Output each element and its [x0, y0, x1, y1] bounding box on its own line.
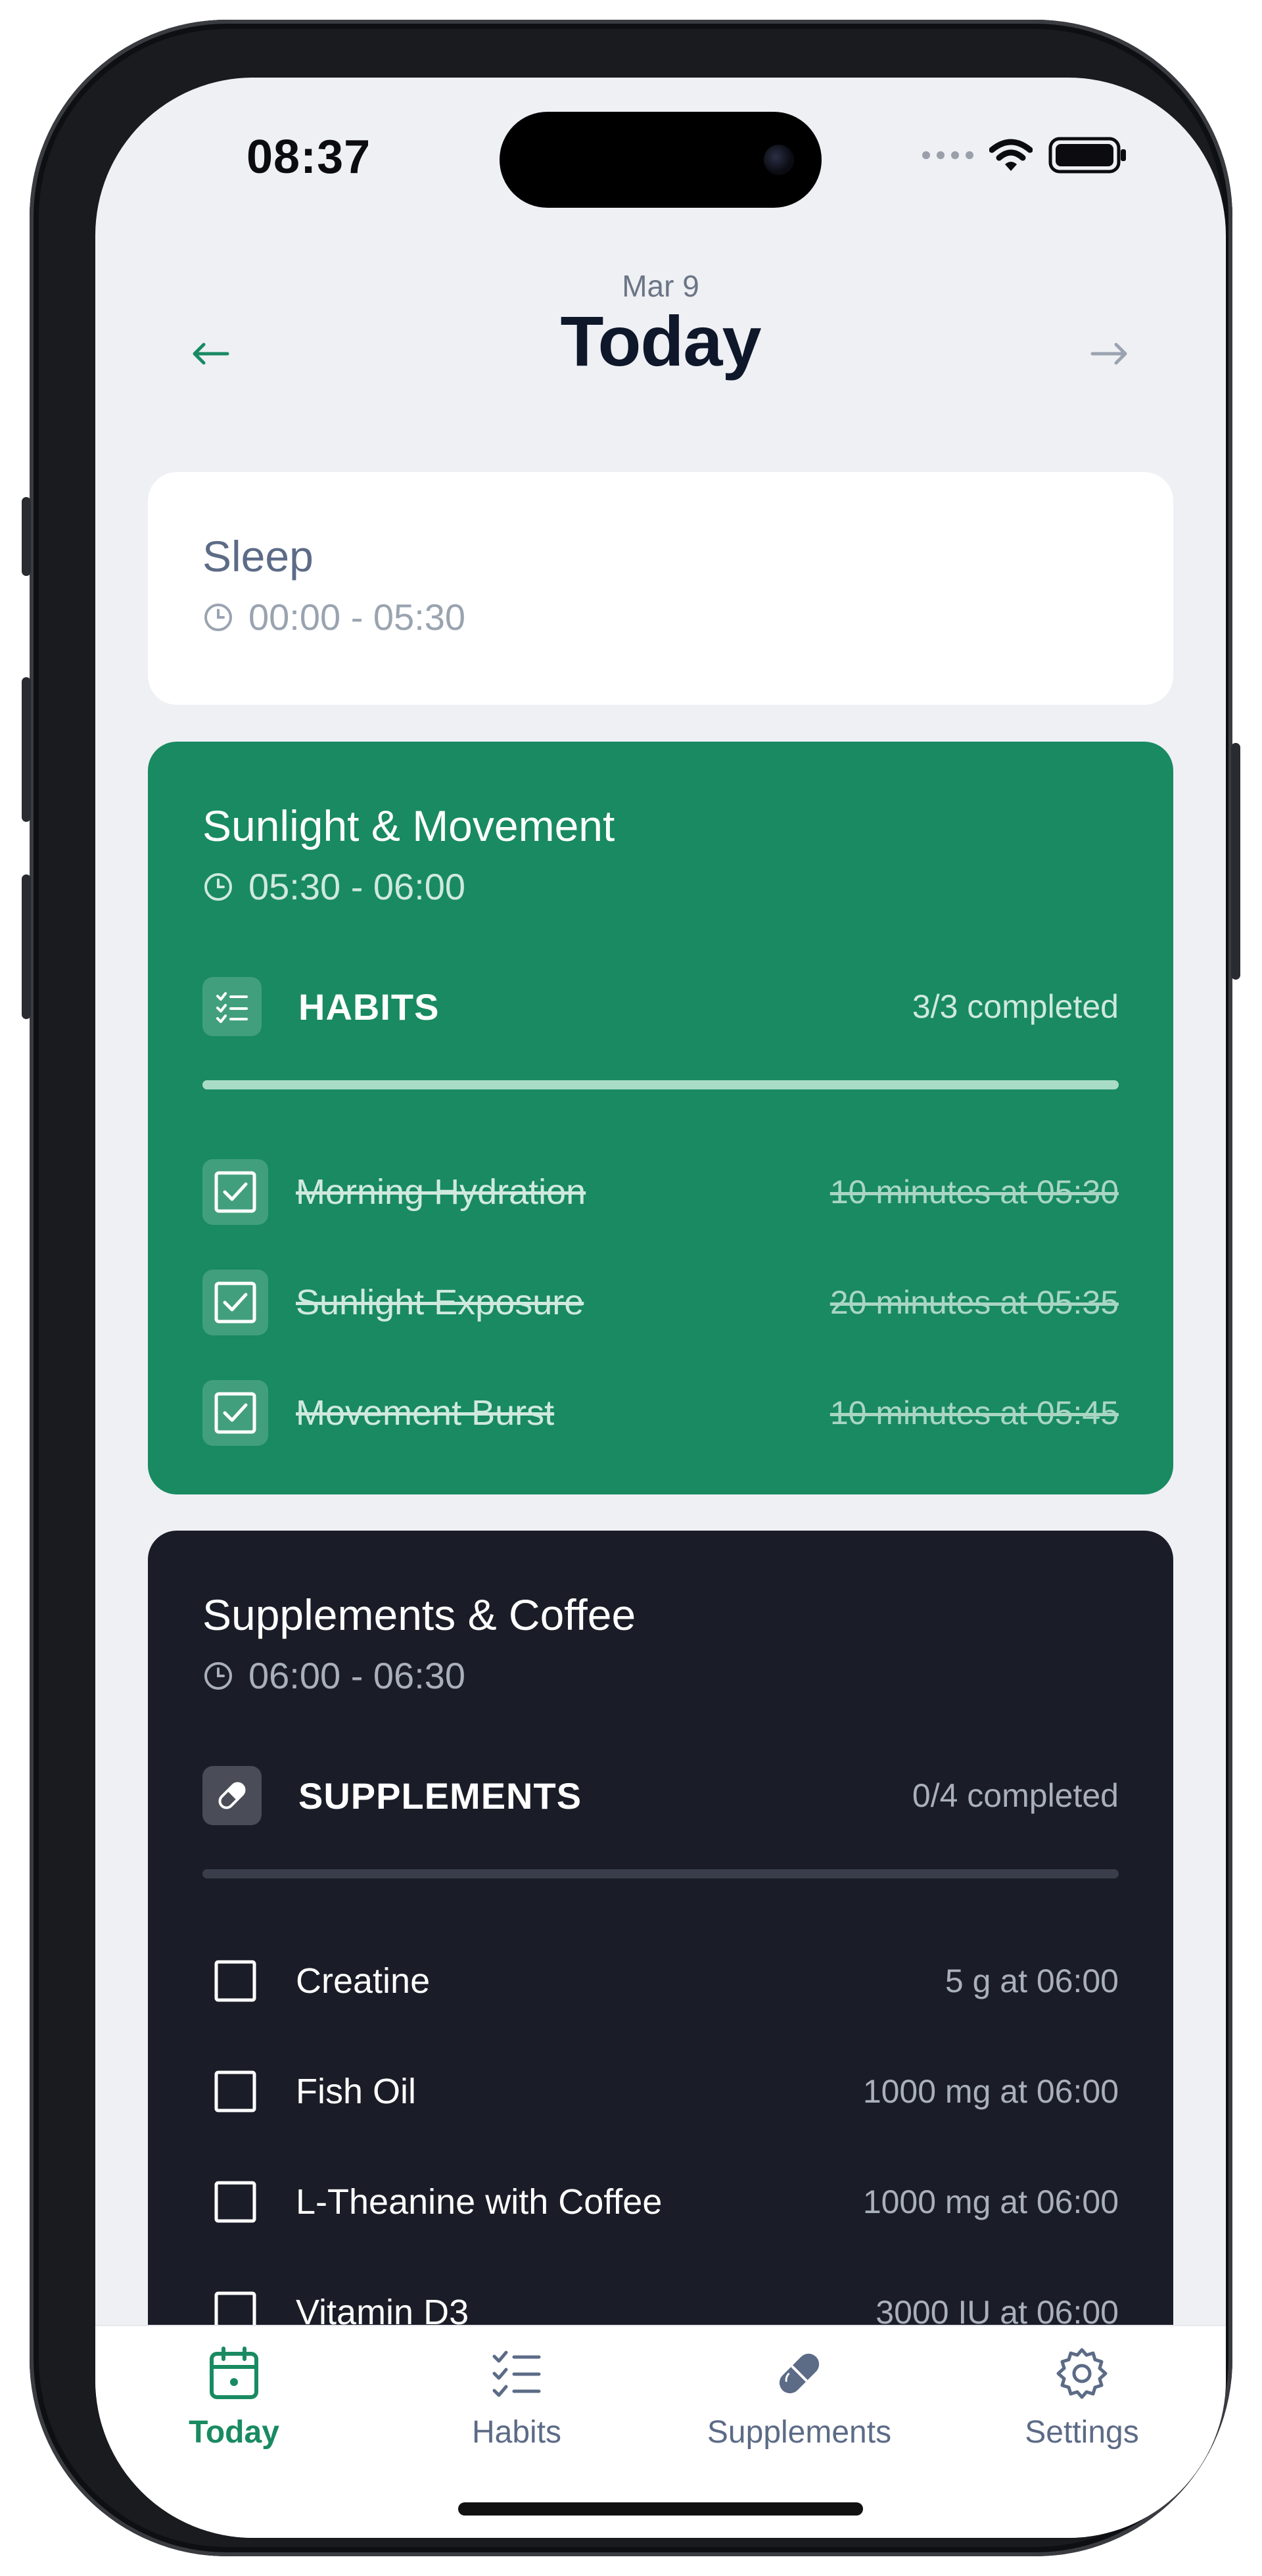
time-range: 05:30 - 06:00 [248, 866, 466, 907]
progress-fill [202, 1080, 1119, 1089]
tab-today[interactable]: Today [126, 2346, 342, 2450]
item-name: Morning Hydration [296, 1172, 586, 1212]
checkbox-checked[interactable] [202, 1159, 268, 1225]
clock-icon [204, 872, 232, 901]
card-title: Sunlight & Movement [202, 801, 615, 850]
action-button [22, 497, 31, 576]
item-name: L-Theanine with Coffee [296, 2182, 663, 2222]
habits-section-header: HABITS 3/3 completed [202, 977, 1119, 1036]
signal-icon [922, 151, 973, 159]
pill-icon [779, 2353, 820, 2394]
gear-icon [1056, 2348, 1108, 2399]
item-meta: 5 g at 06:00 [945, 1963, 1119, 1999]
supplements-progress-bar [202, 1869, 1119, 1878]
item-meta: 10 minutes at 05:30 [830, 1174, 1119, 1210]
date-label: Mar 9 [622, 269, 699, 303]
item-meta: 20 minutes at 05:35 [830, 1284, 1119, 1321]
wifi-icon [989, 139, 1033, 171]
item-name: Creatine [296, 1961, 431, 2001]
item-name: Fish Oil [296, 2072, 417, 2111]
sleep-card[interactable]: Sleep 00:00 - 05:30 [148, 472, 1173, 705]
screen: 08:37 Mar 9 Today Sleep 00:00 - 05:30 Su… [95, 78, 1226, 2538]
section-label: SUPPLEMENTS [298, 1775, 582, 1817]
checkbox-unchecked[interactable] [202, 2169, 268, 2235]
card-title: Sleep [202, 532, 314, 581]
dynamic-island [500, 112, 822, 208]
battery-icon [1048, 137, 1126, 174]
time-row: 06:00 - 06:30 [202, 1654, 465, 1697]
list-item[interactable]: Movement Burst 10 minutes at 05:45 [202, 1380, 1119, 1446]
page-title: Today [560, 301, 761, 381]
section-label: HABITS [298, 986, 440, 1028]
pill-icon [202, 1766, 262, 1825]
tab-supplements[interactable]: Supplements [691, 2346, 908, 2450]
time-row: 05:30 - 06:00 [202, 865, 465, 908]
status-icons [922, 137, 1127, 174]
tab-label: Supplements [707, 2415, 892, 2450]
item-name: Sunlight Exposure [296, 1283, 584, 1322]
time-range: 06:00 - 06:30 [248, 1655, 466, 1696]
next-day-button[interactable] [1083, 327, 1136, 380]
checkmark-icon [214, 1281, 256, 1324]
home-indicator[interactable] [458, 2502, 863, 2516]
checkmark-icon [214, 1392, 256, 1434]
tab-habits[interactable]: Habits [408, 2346, 625, 2450]
item-name: Movement Burst [296, 1393, 555, 1433]
completion-count: 3/3 completed [912, 988, 1119, 1025]
time-range: 00:00 - 05:30 [248, 596, 466, 638]
checkbox-icon [214, 2070, 256, 2112]
power-button [1231, 743, 1240, 980]
checkbox-unchecked[interactable] [202, 2059, 268, 2124]
checkmark-icon [214, 1171, 256, 1213]
item-meta: 1000 mg at 06:00 [862, 2183, 1119, 2220]
volume-up-button [22, 677, 31, 822]
tab-label: Habits [471, 2415, 562, 2450]
checklist-icon [492, 2350, 541, 2397]
clock-icon [204, 603, 232, 631]
checkbox-unchecked[interactable] [202, 1948, 268, 2014]
checkbox-checked[interactable] [202, 1380, 268, 1446]
tab-label: Settings [1025, 2415, 1139, 2450]
tab-label: Today [189, 2415, 279, 2450]
supplements-coffee-card[interactable]: Supplements & Coffee 06:00 - 06:30 SUPPL… [148, 1531, 1173, 2385]
time-row: 00:00 - 05:30 [202, 596, 465, 638]
completion-count: 0/4 completed [912, 1777, 1119, 1814]
item-meta: 10 minutes at 05:45 [830, 1395, 1119, 1431]
list-item[interactable]: Sunlight Exposure 20 minutes at 05:35 [202, 1270, 1119, 1335]
habits-progress-bar [202, 1080, 1119, 1089]
checkbox-icon [214, 1960, 256, 2002]
list-item[interactable]: Morning Hydration 10 minutes at 05:30 [202, 1159, 1119, 1225]
item-meta: 1000 mg at 06:00 [862, 2073, 1119, 2110]
checkbox-checked[interactable] [202, 1270, 268, 1335]
card-title: Supplements & Coffee [202, 1590, 636, 1639]
status-time: 08:37 [246, 131, 371, 183]
list-item[interactable]: Fish Oil 1000 mg at 06:00 [202, 2059, 1119, 2124]
camera-icon [764, 145, 794, 175]
tab-settings[interactable]: Settings [973, 2346, 1190, 2450]
list-item[interactable]: Creatine 5 g at 06:00 [202, 1948, 1119, 2014]
sunlight-movement-card[interactable]: Sunlight & Movement 05:30 - 06:00 HABITS… [148, 742, 1173, 1494]
clock-icon [204, 1661, 232, 1690]
phone-frame: 08:37 Mar 9 Today Sleep 00:00 - 05:30 Su… [22, 20, 1240, 2556]
checkbox-icon [214, 2181, 256, 2223]
supplements-section-header: SUPPLEMENTS 0/4 completed [202, 1766, 1119, 1825]
calendar-icon [210, 2347, 258, 2399]
checklist-icon [202, 977, 262, 1036]
volume-down-button [22, 874, 31, 1019]
list-item[interactable]: L-Theanine with Coffee 1000 mg at 06:00 [202, 2169, 1119, 2235]
arrow-right-icon [1090, 343, 1127, 365]
